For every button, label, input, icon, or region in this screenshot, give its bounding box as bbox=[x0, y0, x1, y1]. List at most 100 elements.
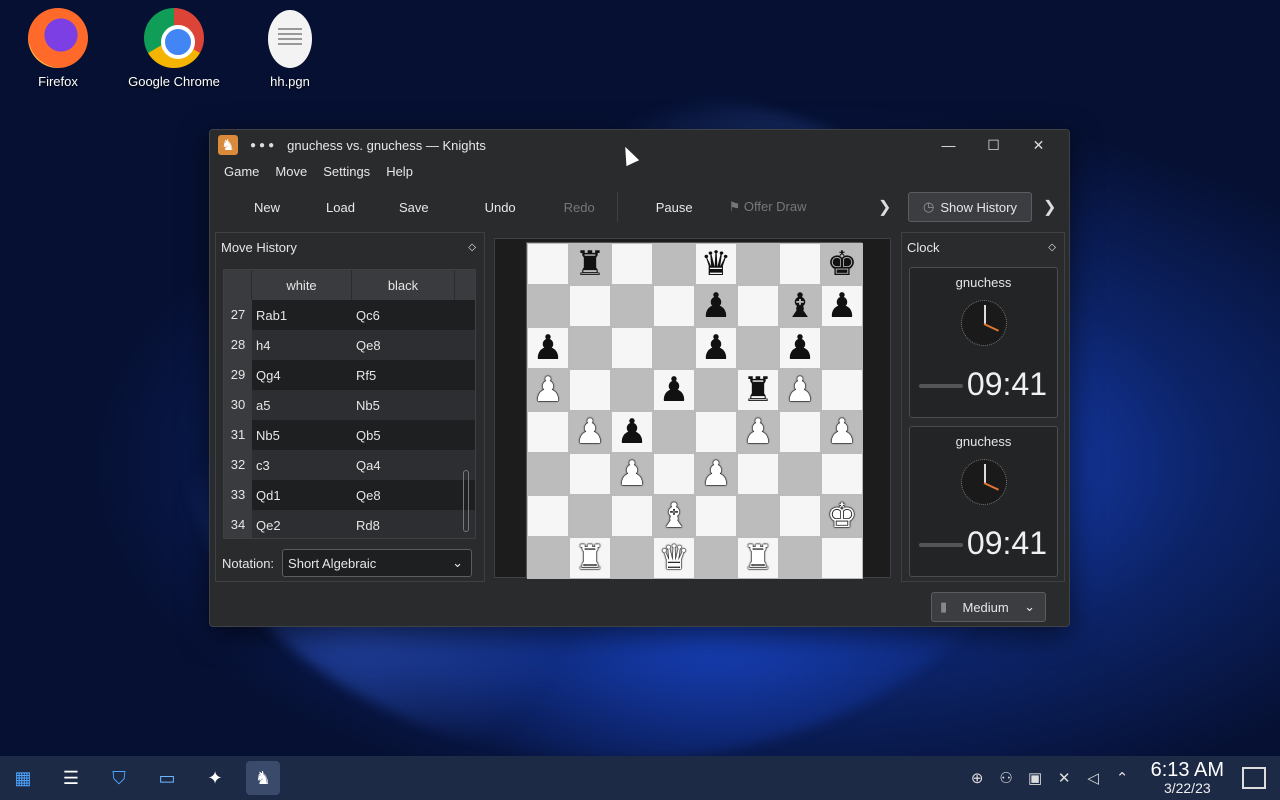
board-square[interactable]: ♜ bbox=[737, 537, 779, 579]
board-square[interactable] bbox=[695, 411, 737, 453]
pause-button[interactable]: Pause bbox=[642, 194, 707, 221]
desktop-icon-chrome[interactable]: Google Chrome bbox=[119, 8, 229, 89]
board-square[interactable] bbox=[527, 495, 569, 537]
board-square[interactable] bbox=[653, 243, 695, 285]
table-row[interactable]: 34 Qe2 Rd8 bbox=[224, 510, 475, 538]
board-square[interactable]: ♚ bbox=[821, 495, 863, 537]
board-square[interactable]: ♛ bbox=[653, 537, 695, 579]
board-square[interactable] bbox=[527, 453, 569, 495]
window-menu-dots-icon[interactable]: ●●● bbox=[250, 140, 277, 151]
board-square[interactable]: ♟ bbox=[821, 411, 863, 453]
board-square[interactable]: ♟ bbox=[569, 411, 611, 453]
chevron-up-icon[interactable]: ⌃ bbox=[1108, 769, 1137, 787]
board-square[interactable] bbox=[611, 495, 653, 537]
white-pawn-icon[interactable]: ♟ bbox=[743, 415, 773, 449]
board-square[interactable]: ♝ bbox=[653, 495, 695, 537]
board-square[interactable]: ♟ bbox=[779, 369, 821, 411]
network-tool-icon[interactable]: ✦ bbox=[198, 761, 232, 795]
board-square[interactable] bbox=[737, 285, 779, 327]
board-square[interactable] bbox=[737, 495, 779, 537]
white-pawn-icon[interactable]: ♟ bbox=[533, 373, 563, 407]
knights-taskbar-icon[interactable]: ♞ bbox=[246, 761, 280, 795]
board-square[interactable]: ♜ bbox=[569, 537, 611, 579]
black-rook-icon[interactable]: ♜ bbox=[743, 373, 773, 407]
board-square[interactable] bbox=[527, 537, 569, 579]
board-square[interactable] bbox=[527, 285, 569, 327]
float-panel-icon[interactable]: ◇ bbox=[468, 242, 476, 253]
board-square[interactable] bbox=[569, 495, 611, 537]
board-square[interactable] bbox=[653, 285, 695, 327]
offer-draw-button[interactable]: ⚑ Offer Draw bbox=[715, 193, 821, 221]
board-square[interactable] bbox=[779, 537, 821, 579]
board-square[interactable]: ♟ bbox=[695, 285, 737, 327]
black-pawn-icon[interactable]: ♟ bbox=[533, 331, 563, 365]
notation-select[interactable]: Short Algebraic ⌄ bbox=[282, 549, 473, 577]
white-queen-icon[interactable]: ♛ bbox=[659, 541, 689, 575]
white-king-icon[interactable]: ♚ bbox=[827, 499, 857, 533]
board-square[interactable] bbox=[779, 495, 821, 537]
board-square[interactable]: ♟ bbox=[737, 411, 779, 453]
board-square[interactable]: ♟ bbox=[821, 285, 863, 327]
table-row[interactable]: 33 Qd1 Qe8 bbox=[224, 480, 475, 510]
board-square[interactable]: ♟ bbox=[611, 453, 653, 495]
white-pawn-icon[interactable]: ♟ bbox=[575, 415, 605, 449]
show-desktop-button[interactable] bbox=[1242, 767, 1266, 789]
new-button[interactable]: New bbox=[240, 194, 294, 221]
show-history-button[interactable]: ◷ Show History bbox=[908, 192, 1032, 222]
board-square[interactable] bbox=[821, 453, 863, 495]
board-square[interactable] bbox=[611, 327, 653, 369]
board-square[interactable] bbox=[653, 453, 695, 495]
board-square[interactable] bbox=[737, 243, 779, 285]
white-pawn-icon[interactable]: ♟ bbox=[701, 457, 731, 491]
board-square[interactable] bbox=[695, 537, 737, 579]
black-pawn-icon[interactable]: ♟ bbox=[701, 289, 731, 323]
board-square[interactable] bbox=[779, 243, 821, 285]
board-square[interactable] bbox=[653, 411, 695, 453]
board-square[interactable]: ♟ bbox=[695, 327, 737, 369]
board-square[interactable]: ♚ bbox=[821, 243, 863, 285]
chevron-right-icon[interactable]: ❯ bbox=[1043, 197, 1056, 217]
board-square[interactable]: ♟ bbox=[695, 453, 737, 495]
board-square[interactable] bbox=[527, 243, 569, 285]
black-king-icon[interactable]: ♚ bbox=[827, 247, 857, 281]
table-row[interactable]: 29 Qg4 Rf5 bbox=[224, 360, 475, 390]
chevron-right-icon[interactable]: ❯ bbox=[878, 197, 891, 217]
start-menu-icon[interactable]: ▦ bbox=[6, 761, 40, 795]
white-rook-icon[interactable]: ♜ bbox=[575, 541, 605, 575]
board-square[interactable] bbox=[569, 327, 611, 369]
board-square[interactable] bbox=[653, 327, 695, 369]
black-pawn-icon[interactable]: ♟ bbox=[827, 289, 857, 323]
table-row[interactable]: 31 Nb5 Qb5 bbox=[224, 420, 475, 450]
black-pawn-icon[interactable]: ♟ bbox=[785, 331, 815, 365]
mute-icon[interactable]: ✕ bbox=[1050, 769, 1079, 787]
board-square[interactable] bbox=[737, 327, 779, 369]
white-pawn-icon[interactable]: ♟ bbox=[827, 415, 857, 449]
table-row[interactable]: 28 h4 Qe8 bbox=[224, 330, 475, 360]
load-button[interactable]: Load bbox=[312, 194, 369, 221]
column-header-white[interactable]: white bbox=[252, 270, 352, 300]
maximize-button[interactable]: ☐ bbox=[971, 130, 1016, 160]
board-square[interactable]: ♛ bbox=[695, 243, 737, 285]
clipboard-icon[interactable]: ▣ bbox=[1021, 769, 1050, 787]
board-square[interactable] bbox=[821, 369, 863, 411]
chess-board[interactable]: ♜ ♛ ♚ ♟ ♝ ♟ ♟ ♟ ♟ ♟ ♟ ♜ ♟ ♟ ♟ ♟ ♟ ♟ ♟ ♝ ♚ ♜ ♛ ♜ bbox=[526, 242, 863, 579]
white-pawn-icon[interactable]: ♟ bbox=[785, 373, 815, 407]
board-square[interactable] bbox=[737, 453, 779, 495]
menu-game[interactable]: Game bbox=[216, 160, 267, 184]
redo-button[interactable]: Redo bbox=[550, 194, 609, 221]
desktop-icon-pgn-file[interactable]: hh.pgn bbox=[235, 10, 345, 89]
black-bishop-icon[interactable]: ♝ bbox=[785, 289, 815, 323]
board-square[interactable]: ♟ bbox=[611, 411, 653, 453]
board-square[interactable]: ♝ bbox=[779, 285, 821, 327]
difficulty-select[interactable]: ▮ Medium ⌄ bbox=[931, 592, 1046, 622]
white-pawn-icon[interactable]: ♟ bbox=[617, 457, 647, 491]
board-square[interactable]: ♜ bbox=[569, 243, 611, 285]
minimize-button[interactable]: — bbox=[926, 130, 971, 160]
board-square[interactable]: ♜ bbox=[737, 369, 779, 411]
board-square[interactable] bbox=[611, 369, 653, 411]
white-bishop-icon[interactable]: ♝ bbox=[659, 499, 689, 533]
board-square[interactable] bbox=[779, 411, 821, 453]
white-rook-icon[interactable]: ♜ bbox=[743, 541, 773, 575]
board-square[interactable] bbox=[611, 537, 653, 579]
black-pawn-icon[interactable]: ♟ bbox=[701, 331, 731, 365]
